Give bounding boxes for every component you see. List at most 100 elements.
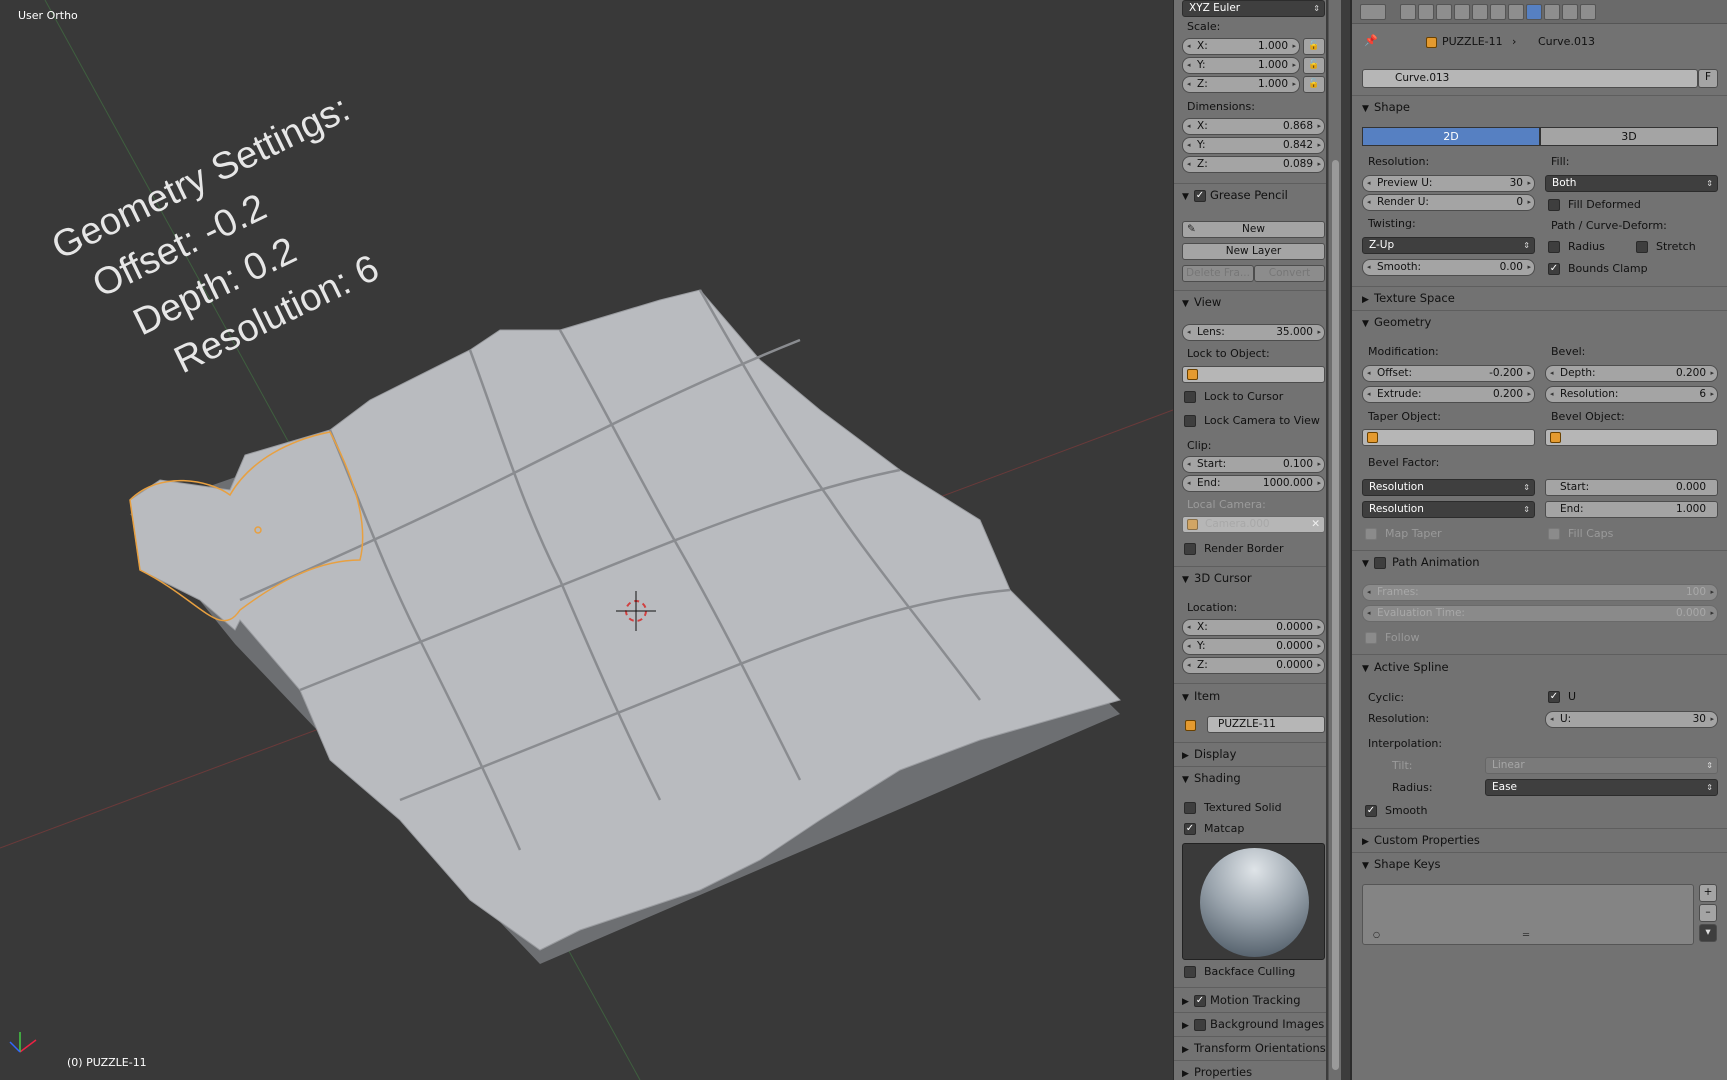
matcap-preview[interactable]: [1182, 843, 1325, 960]
render-icon[interactable]: [1400, 4, 1416, 20]
scale-y-field[interactable]: ◂ Y: 1.000 ▸: [1182, 57, 1300, 74]
bevel-resolution-field[interactable]: ◂ Resolution: 6 ▸: [1545, 386, 1718, 403]
datablock-name-field[interactable]: Curve.013: [1362, 69, 1698, 88]
background-images-checkbox[interactable]: [1194, 1018, 1206, 1031]
panel-shading-header[interactable]: ▼ Shading: [1182, 768, 1241, 788]
panel-grease-pencil-header[interactable]: ▼ ✓ Grease Pencil: [1182, 185, 1288, 205]
scale-x-field[interactable]: ◂ X: 1.000 ▸: [1182, 38, 1300, 55]
panel-geometry-header[interactable]: ▼ Geometry: [1362, 312, 1431, 332]
panel-transform-orientations-header[interactable]: ▶ Transform Orientations: [1182, 1038, 1326, 1058]
panel-motion-tracking-header[interactable]: ▶ ✓ Motion Tracking: [1182, 990, 1301, 1010]
map-taper-checkbox[interactable]: [1365, 528, 1377, 540]
grease-pencil-new-button[interactable]: ✎ New: [1182, 221, 1325, 238]
render-border-checkbox[interactable]: [1184, 543, 1196, 555]
new-layer-button[interactable]: New Layer: [1182, 243, 1325, 260]
world-icon[interactable]: [1454, 4, 1470, 20]
shape-3d-toggle[interactable]: 3D: [1540, 127, 1718, 146]
editor-type-icon[interactable]: [1360, 4, 1386, 20]
shelf-scrollbar[interactable]: [1328, 0, 1341, 1080]
grease-pencil-checkbox[interactable]: ✓: [1194, 189, 1206, 202]
evaluation-time-field[interactable]: ◂ Evaluation Time: 0.000 ▸: [1362, 605, 1718, 622]
clip-end-field[interactable]: ◂ End: 1000.000 ▸: [1182, 475, 1325, 492]
bevel-end-field[interactable]: End: 1.000: [1545, 501, 1718, 518]
bounds-clamp-checkbox[interactable]: ✓: [1548, 263, 1560, 275]
stretch-checkbox[interactable]: [1636, 241, 1648, 253]
bevel-factor-mode-start[interactable]: Resolution ⇕: [1362, 479, 1535, 496]
panel-view-header[interactable]: ▼ View: [1182, 292, 1221, 312]
cyclic-u-checkbox[interactable]: ✓: [1548, 691, 1560, 703]
lock-camera-checkbox[interactable]: [1184, 415, 1196, 427]
cursor-y-field[interactable]: ◂ Y: 0.0000 ▸: [1182, 638, 1325, 655]
dimension-x-field[interactable]: ◂ X: 0.868 ▸: [1182, 118, 1325, 135]
textured-solid-checkbox[interactable]: [1184, 802, 1196, 814]
taper-object-field[interactable]: [1362, 429, 1535, 446]
smooth-checkbox[interactable]: ✓: [1365, 805, 1377, 817]
panel-active-spline-header[interactable]: ▼ Active Spline: [1362, 657, 1449, 677]
scrollbar-thumb[interactable]: [1332, 160, 1339, 1070]
follow-checkbox[interactable]: [1365, 632, 1377, 644]
fake-user-button[interactable]: F: [1698, 69, 1718, 88]
dimension-z-field[interactable]: ◂ Z: 0.089 ▸: [1182, 156, 1325, 173]
3d-viewport[interactable]: Geometry Settings: Offset: -0.2 Depth: 0…: [0, 0, 1173, 1080]
shape-keys-list[interactable]: ○ ═: [1362, 884, 1694, 945]
curve-data-icon[interactable]: [1526, 4, 1542, 20]
shape-key-menu-button[interactable]: ▾: [1699, 924, 1717, 942]
panel-shape-header[interactable]: ▼ Shape: [1362, 97, 1410, 117]
motion-tracking-checkbox[interactable]: ✓: [1194, 994, 1206, 1007]
scene-icon[interactable]: [1436, 4, 1452, 20]
lock-icon[interactable]: 🔓: [1303, 38, 1325, 55]
object-icon[interactable]: [1472, 4, 1488, 20]
panel-texture-space-header[interactable]: ▶ Texture Space: [1362, 288, 1455, 308]
local-camera-field[interactable]: Camera.000 ✕: [1182, 516, 1325, 533]
material-icon[interactable]: [1544, 4, 1560, 20]
radius-interp-dropdown[interactable]: Ease ⇕: [1485, 779, 1718, 796]
render-layers-icon[interactable]: [1418, 4, 1434, 20]
pin-icon[interactable]: 📌: [1364, 34, 1378, 47]
rotation-mode-dropdown[interactable]: XYZ Euler ⇕: [1182, 0, 1325, 17]
panel-3d-cursor-header[interactable]: ▼ 3D Cursor: [1182, 568, 1252, 588]
dimension-y-field[interactable]: ◂ Y: 0.842 ▸: [1182, 137, 1325, 154]
path-animation-checkbox[interactable]: [1374, 556, 1386, 569]
spline-resolution-u-field[interactable]: ◂ U: 30 ▸: [1545, 711, 1718, 728]
smooth-field[interactable]: ◂ Smooth: 0.00 ▸: [1362, 259, 1535, 276]
panel-path-animation-header[interactable]: ▼ Path Animation: [1362, 552, 1480, 572]
radius-checkbox[interactable]: [1548, 241, 1560, 253]
lens-field[interactable]: ◂ Lens: 35.000 ▸: [1182, 324, 1325, 341]
fill-deformed-checkbox[interactable]: [1548, 199, 1560, 211]
twisting-dropdown[interactable]: Z-Up ⇕: [1362, 237, 1535, 254]
tilt-dropdown[interactable]: Linear ⇕: [1485, 757, 1718, 774]
bevel-depth-field[interactable]: ◂ Depth: 0.200 ▸: [1545, 365, 1718, 382]
list-filter-icon[interactable]: ○: [1373, 930, 1380, 939]
panel-custom-properties-header[interactable]: ▶ Custom Properties: [1362, 830, 1480, 850]
cursor-z-field[interactable]: ◂ Z: 0.0000 ▸: [1182, 657, 1325, 674]
render-u-field[interactable]: ◂ Render U: 0 ▸: [1362, 194, 1535, 211]
extrude-field[interactable]: ◂ Extrude: 0.200 ▸: [1362, 386, 1535, 403]
preview-u-field[interactable]: ◂ Preview U: 30 ▸: [1362, 175, 1535, 192]
panel-item-header[interactable]: ▼ Item: [1182, 686, 1220, 706]
panel-background-images-header[interactable]: ▶ Background Images: [1182, 1014, 1324, 1034]
scale-z-field[interactable]: ◂ Z: 1.000 ▸: [1182, 76, 1300, 93]
remove-shape-key-button[interactable]: –: [1699, 904, 1717, 922]
bevel-start-field[interactable]: Start: 0.000: [1545, 479, 1718, 496]
bevel-factor-mode-end[interactable]: Resolution ⇕: [1362, 501, 1535, 518]
convert-button[interactable]: Convert: [1254, 265, 1325, 282]
add-shape-key-button[interactable]: +: [1699, 884, 1717, 902]
lock-cursor-checkbox[interactable]: [1184, 391, 1196, 403]
item-name-field[interactable]: PUZZLE-11: [1207, 716, 1325, 733]
lock-icon[interactable]: 🔓: [1303, 57, 1325, 74]
lock-icon[interactable]: 🔓: [1303, 76, 1325, 93]
panel-properties-header[interactable]: ▶ Properties: [1182, 1062, 1252, 1080]
frames-field[interactable]: ◂ Frames: 100 ▸: [1362, 584, 1718, 601]
panel-display-header[interactable]: ▶ Display: [1182, 744, 1236, 764]
constraints-icon[interactable]: [1490, 4, 1506, 20]
bevel-object-field[interactable]: [1545, 429, 1718, 446]
fill-caps-checkbox[interactable]: [1548, 528, 1560, 540]
lock-object-field[interactable]: [1182, 366, 1325, 383]
modifiers-icon[interactable]: [1508, 4, 1524, 20]
backface-culling-checkbox[interactable]: [1184, 966, 1196, 978]
matcap-checkbox[interactable]: ✓: [1184, 823, 1196, 835]
delete-frame-button[interactable]: Delete Fra...: [1182, 265, 1254, 282]
offset-field[interactable]: ◂ Offset: -0.200 ▸: [1362, 365, 1535, 382]
cursor-x-field[interactable]: ◂ X: 0.0000 ▸: [1182, 619, 1325, 636]
shape-2d-toggle[interactable]: 2D: [1362, 127, 1540, 146]
